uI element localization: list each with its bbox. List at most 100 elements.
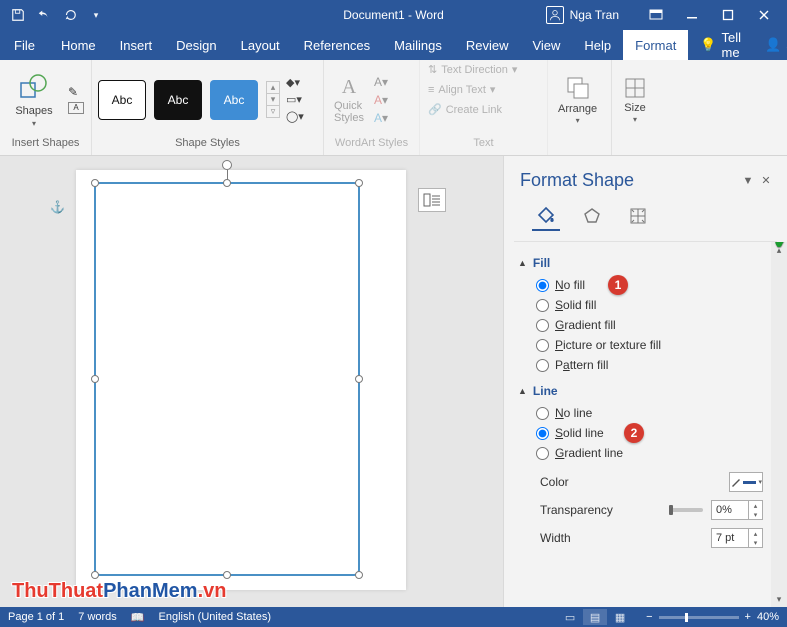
fill-line-tab-icon[interactable] bbox=[532, 203, 560, 231]
group-label-wordart: WordArt Styles bbox=[330, 137, 413, 155]
align-text-icon: ≡ bbox=[428, 84, 434, 96]
resize-handle[interactable] bbox=[91, 375, 99, 383]
share-button[interactable]: 👤Share bbox=[753, 30, 787, 60]
document-title: Document1 - Word bbox=[343, 8, 443, 22]
resize-handle[interactable] bbox=[355, 375, 363, 383]
pane-scrollbar[interactable]: ▴▾ bbox=[771, 242, 787, 607]
tab-references[interactable]: References bbox=[292, 30, 382, 60]
page-status[interactable]: Page 1 of 1 bbox=[8, 611, 64, 623]
create-link-button: 🔗Create Link bbox=[426, 102, 504, 117]
spell-check-icon[interactable]: 📖 bbox=[131, 611, 145, 624]
shapes-gallery-button[interactable]: Shapes▾ bbox=[6, 71, 62, 128]
read-mode-icon[interactable]: ▭ bbox=[558, 609, 582, 625]
edit-shape-icon[interactable]: ✎ bbox=[68, 85, 84, 99]
ribbon-tab-strip: File Home Insert Design Layout Reference… bbox=[0, 30, 787, 60]
no-fill-radio[interactable]: No fill 1 bbox=[536, 278, 779, 292]
tab-review[interactable]: Review bbox=[454, 30, 521, 60]
shape-style-1[interactable]: Abc bbox=[98, 80, 146, 120]
effects-tab-icon[interactable] bbox=[578, 203, 606, 231]
no-line-radio[interactable]: No line bbox=[536, 406, 779, 420]
pane-title: Format Shape bbox=[520, 170, 739, 191]
arrange-button[interactable]: Arrange▾ bbox=[554, 74, 601, 125]
resize-handle[interactable] bbox=[91, 571, 99, 579]
resize-handle[interactable] bbox=[223, 571, 231, 579]
pane-menu-icon[interactable]: ▼ bbox=[739, 175, 757, 187]
picture-fill-radio[interactable]: Picture or texture fill bbox=[536, 338, 779, 352]
close-icon[interactable] bbox=[747, 3, 781, 27]
shape-outline-button[interactable]: ▭▾ bbox=[286, 93, 304, 106]
group-label-shape-styles: Shape Styles bbox=[98, 137, 317, 155]
line-color-picker[interactable]: ▾ bbox=[729, 472, 763, 492]
word-count[interactable]: 7 words bbox=[78, 611, 117, 623]
transparency-spinner[interactable]: 0%▴▾ bbox=[711, 500, 763, 520]
width-label: Width bbox=[540, 531, 703, 545]
user-avatar-icon[interactable] bbox=[546, 6, 564, 24]
gallery-scroll[interactable]: ▴▾▿ bbox=[266, 81, 280, 118]
resize-handle[interactable] bbox=[91, 179, 99, 187]
fill-section-header[interactable]: ▲Fill bbox=[518, 252, 779, 274]
tab-layout[interactable]: Layout bbox=[229, 30, 292, 60]
tab-help[interactable]: Help bbox=[572, 30, 623, 60]
text-effects-icon: A▾ bbox=[374, 111, 388, 125]
shape-style-3[interactable]: Abc bbox=[210, 80, 258, 120]
minimize-icon[interactable] bbox=[675, 3, 709, 27]
qat-customize-icon[interactable]: ▾ bbox=[84, 3, 108, 27]
maximize-icon[interactable] bbox=[711, 3, 745, 27]
ribbon-display-icon[interactable] bbox=[639, 3, 673, 27]
line-section-header[interactable]: ▲Line bbox=[518, 380, 779, 402]
pane-close-icon[interactable]: ✕ bbox=[757, 174, 775, 187]
page: ⚓ bbox=[76, 170, 406, 590]
zoom-out-icon[interactable]: − bbox=[646, 611, 652, 623]
shape-style-gallery[interactable]: Abc Abc Abc ▴▾▿ bbox=[98, 80, 280, 120]
text-direction-icon: ⇅ bbox=[428, 63, 437, 76]
solid-line-radio[interactable]: Solid line 2 bbox=[536, 426, 779, 440]
selected-shape[interactable] bbox=[94, 182, 360, 576]
shape-style-2[interactable]: Abc bbox=[154, 80, 202, 120]
resize-handle[interactable] bbox=[223, 179, 231, 187]
web-layout-icon[interactable]: ▦ bbox=[608, 609, 632, 625]
color-label: Color bbox=[540, 475, 721, 489]
workspace: ⚓ Format Shape ▼ ✕ bbox=[0, 156, 787, 607]
transparency-slider[interactable] bbox=[669, 508, 703, 512]
text-box-icon[interactable]: A bbox=[68, 102, 84, 114]
width-spinner[interactable]: 7 pt▴▾ bbox=[711, 528, 763, 548]
resize-handle[interactable] bbox=[355, 571, 363, 579]
ribbon: Shapes▾ ✎ A Insert Shapes Abc Abc Abc ▴▾… bbox=[0, 60, 787, 156]
text-fill-icon: A▾ bbox=[374, 75, 388, 89]
zoom-in-icon[interactable]: + bbox=[745, 611, 751, 623]
tell-me[interactable]: 💡Tell me bbox=[688, 30, 753, 60]
shape-fill-button[interactable]: ◆▾ bbox=[286, 76, 304, 89]
redo-icon[interactable] bbox=[58, 3, 82, 27]
document-canvas[interactable]: ⚓ bbox=[0, 156, 503, 607]
user-name: Nga Tran bbox=[570, 8, 619, 22]
save-icon[interactable] bbox=[6, 3, 30, 27]
tab-home[interactable]: Home bbox=[49, 30, 108, 60]
undo-icon[interactable] bbox=[32, 3, 56, 27]
rotate-handle[interactable] bbox=[222, 160, 232, 170]
resize-handle[interactable] bbox=[355, 179, 363, 187]
tab-mailings[interactable]: Mailings bbox=[382, 30, 454, 60]
language-status[interactable]: English (United States) bbox=[159, 611, 272, 623]
zoom-slider[interactable] bbox=[659, 616, 739, 619]
bulb-icon: 💡 bbox=[700, 37, 716, 53]
tab-view[interactable]: View bbox=[520, 30, 572, 60]
tab-file[interactable]: File bbox=[0, 30, 49, 60]
solid-fill-radio[interactable]: Solid fill bbox=[536, 298, 779, 312]
gradient-fill-radio[interactable]: Gradient fill bbox=[536, 318, 779, 332]
layout-tab-icon[interactable] bbox=[624, 203, 652, 231]
tab-insert[interactable]: Insert bbox=[108, 30, 165, 60]
print-layout-icon[interactable]: ▤ bbox=[583, 609, 607, 625]
size-button[interactable]: Size▾ bbox=[618, 75, 652, 124]
text-outline-icon: A▾ bbox=[374, 93, 388, 107]
group-label-text: Text bbox=[426, 137, 541, 155]
layout-options-icon[interactable] bbox=[418, 188, 446, 212]
gradient-line-radio[interactable]: Gradient line bbox=[536, 446, 779, 460]
pattern-fill-radio[interactable]: Pattern fill bbox=[536, 358, 779, 372]
tab-format[interactable]: Format bbox=[623, 30, 688, 60]
tab-design[interactable]: Design bbox=[164, 30, 228, 60]
watermark: ThuThuatPhanMem.vn bbox=[12, 580, 226, 603]
anchor-icon: ⚓ bbox=[50, 200, 65, 214]
zoom-level[interactable]: 40% bbox=[757, 611, 779, 623]
title-bar: ▾ Document1 - Word Nga Tran bbox=[0, 0, 787, 30]
shape-effects-button[interactable]: ◯▾ bbox=[286, 110, 304, 123]
